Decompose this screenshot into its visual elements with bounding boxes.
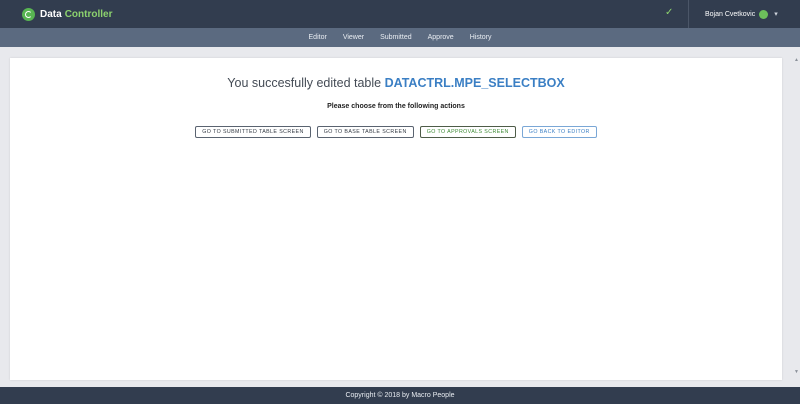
copyright-text: Copyright © 2018 by Macro People [345, 392, 455, 399]
brand-name-part2: Controller [64, 8, 113, 20]
table-name: DATACTRL.MPE_SELECTBOX [384, 76, 565, 90]
top-header: Data Controller ✓ Bojan Cvetkovic ▾ [0, 0, 800, 28]
nav-approve[interactable]: Approve [428, 34, 454, 41]
go-to-submitted-button[interactable]: GO TO SUBMITTED TABLE SCREEN [195, 126, 311, 138]
page-title: You succesfully edited table DATACTRL.MP… [10, 76, 782, 90]
header-divider [688, 0, 689, 28]
brand[interactable]: Data Controller [22, 0, 112, 28]
scroll-up-icon[interactable]: ▲ [794, 57, 799, 63]
actions-heading: Please choose from the following actions [327, 103, 465, 110]
action-buttons: GO TO SUBMITTED TABLE SCREEN GO TO BASE … [10, 126, 782, 138]
main-nav: Editor Viewer Submitted Approve History [0, 28, 800, 47]
go-to-approvals-button[interactable]: GO TO APPROVALS SCREEN [419, 126, 516, 138]
user-menu[interactable]: Bojan Cvetkovic ▾ [705, 0, 778, 28]
brand-name-part1: Data [40, 8, 62, 20]
scroll-down-icon[interactable]: ▼ [794, 369, 799, 375]
content-card: You succesfully edited table DATACTRL.MP… [10, 58, 782, 380]
user-name: Bojan Cvetkovic [705, 10, 756, 18]
nav-submitted[interactable]: Submitted [380, 34, 412, 41]
scrollbar[interactable]: ▲ ▼ [793, 47, 800, 387]
go-to-base-table-button[interactable]: GO TO BASE TABLE SCREEN [316, 126, 414, 138]
footer: Copyright © 2018 by Macro People [0, 387, 800, 404]
brand-logo-icon [22, 7, 35, 21]
nav-viewer[interactable]: Viewer [343, 34, 364, 41]
chevron-down-icon: ▾ [774, 11, 778, 18]
avatar [759, 9, 769, 19]
headline-prefix: You succesfully edited table [227, 76, 385, 90]
nav-history[interactable]: History [470, 34, 492, 41]
nav-editor[interactable]: Editor [309, 34, 327, 41]
go-back-to-editor-button[interactable]: GO BACK TO EDITOR [521, 126, 597, 138]
check-icon: ✓ [665, 7, 674, 18]
